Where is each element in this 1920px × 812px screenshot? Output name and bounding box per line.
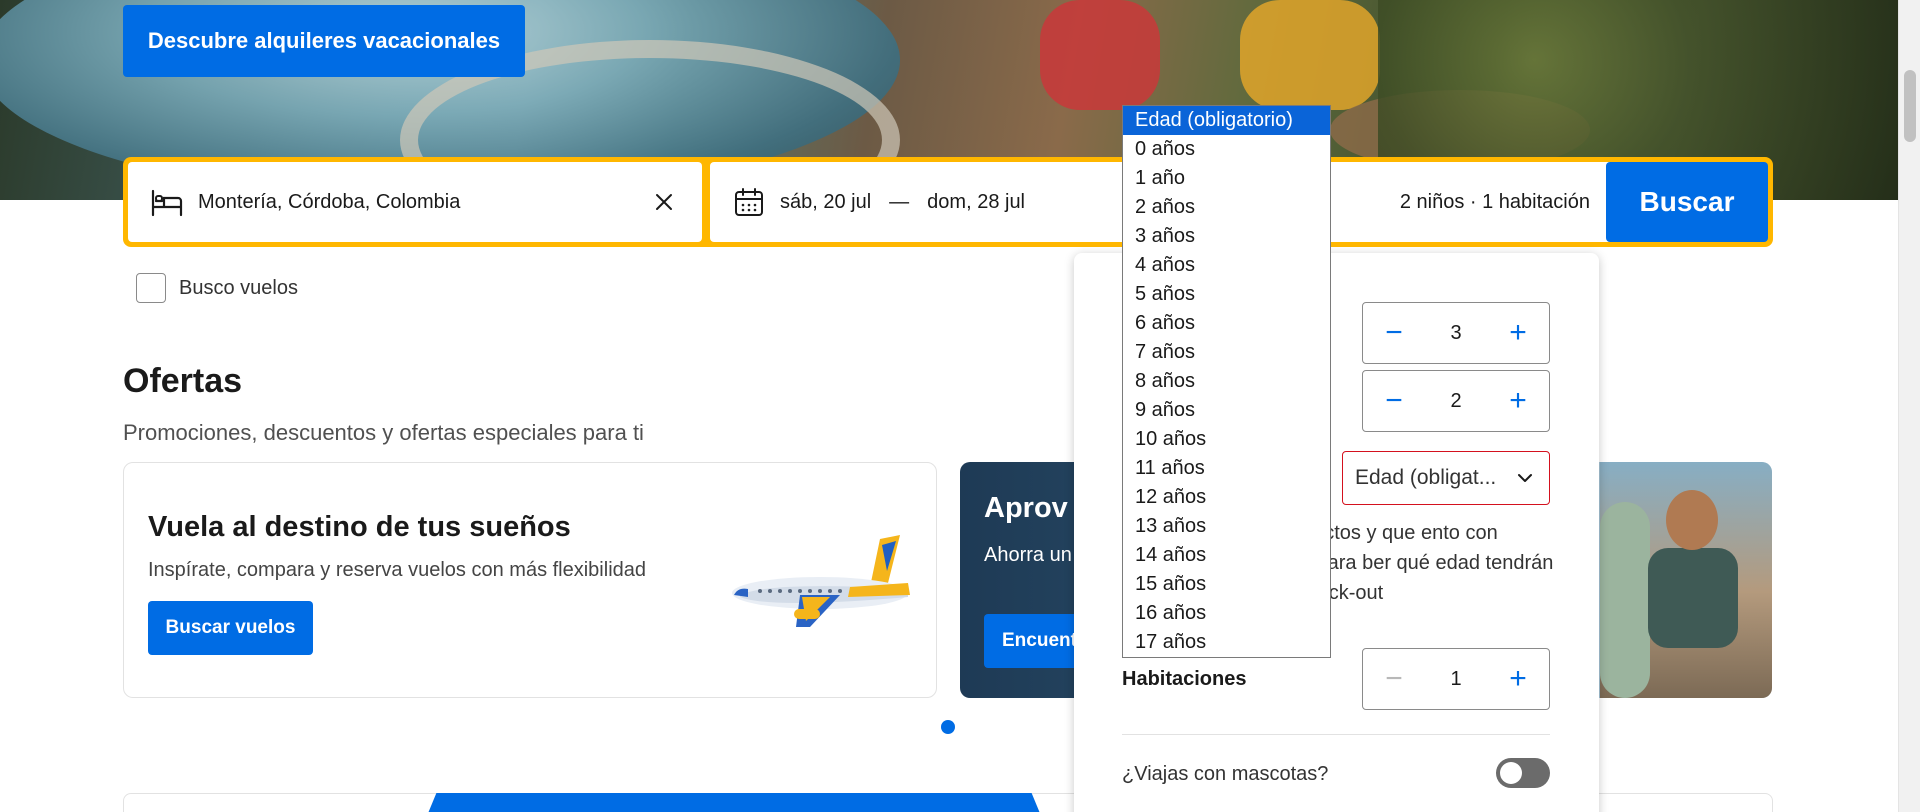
airplane-icon xyxy=(732,535,910,627)
plus-icon[interactable]: + xyxy=(1487,303,1549,363)
offers-title: Ofertas xyxy=(123,362,243,400)
age-option[interactable]: 10 años xyxy=(1123,425,1330,454)
age-option[interactable]: 12 años xyxy=(1123,483,1330,512)
age-option[interactable]: Edad (obligatorio) xyxy=(1123,106,1330,135)
age-option[interactable]: 6 años xyxy=(1123,309,1330,338)
age-option[interactable]: 7 años xyxy=(1123,338,1330,367)
checkout-date: dom, 28 jul xyxy=(927,190,1026,213)
plus-icon[interactable]: + xyxy=(1487,649,1549,709)
destination-value: Montería, Córdoba, Colombia xyxy=(198,190,461,213)
calendar-icon xyxy=(732,185,766,219)
hero-person-yellow xyxy=(1240,0,1380,110)
divider xyxy=(1122,734,1550,735)
age-option[interactable]: 8 años xyxy=(1123,367,1330,396)
flights-checkbox-label: Busco vuelos xyxy=(179,276,298,299)
age-option[interactable]: 0 años xyxy=(1123,135,1330,164)
flights-checkbox-row[interactable]: Busco vuelos xyxy=(123,273,298,303)
checkin-date: sáb, 20 jul xyxy=(780,190,872,213)
surfer-head xyxy=(1666,490,1718,550)
offer-card2-button-label: Encuent xyxy=(1002,630,1077,651)
age-option[interactable]: 14 años xyxy=(1123,541,1330,570)
date-separator: — xyxy=(889,190,910,213)
offer-card2-title: Aprov xyxy=(984,492,1068,524)
age-option[interactable]: 16 años xyxy=(1123,599,1330,628)
rooms-label: Habitaciones xyxy=(1122,668,1247,690)
flights-checkbox[interactable] xyxy=(136,273,166,303)
adults-stepper: − 3 + xyxy=(1362,302,1550,364)
hero-person-red xyxy=(1040,0,1160,110)
bottom-tab xyxy=(424,793,1044,812)
destination-field[interactable]: Montería, Córdoba, Colombia xyxy=(128,162,702,242)
surfer-body xyxy=(1648,548,1738,648)
age-option[interactable]: 2 años xyxy=(1123,193,1330,222)
age-option[interactable]: 5 años xyxy=(1123,280,1330,309)
age-dropdown-list: Edad (obligatorio) 0 años 1 año 2 años 3 año… xyxy=(1122,105,1331,658)
offers-subtitle: Promociones, descuentos y ofertas especi… xyxy=(123,420,644,445)
child-age-select-value: Edad (obligat... xyxy=(1355,466,1497,489)
chevron-down-icon xyxy=(1515,468,1535,494)
age-option[interactable]: 1 año xyxy=(1123,164,1330,193)
age-option[interactable]: 17 años xyxy=(1123,628,1330,657)
carousel-dot[interactable] xyxy=(941,720,955,734)
close-icon[interactable] xyxy=(648,186,680,218)
pets-toggle[interactable] xyxy=(1496,758,1550,788)
rooms-value: 1 xyxy=(1450,667,1462,690)
children-value: 2 xyxy=(1450,389,1462,412)
bed-icon xyxy=(150,185,184,219)
age-option[interactable]: 9 años xyxy=(1123,396,1330,425)
search-button[interactable]: Buscar xyxy=(1606,162,1768,242)
plus-icon[interactable]: + xyxy=(1487,371,1549,431)
age-option[interactable]: 11 años xyxy=(1123,454,1330,483)
rooms-stepper: − 1 + xyxy=(1362,648,1550,710)
minus-icon[interactable]: − xyxy=(1363,371,1425,431)
age-option[interactable]: 3 años xyxy=(1123,222,1330,251)
offer-card2-image xyxy=(1600,462,1772,698)
surfboard xyxy=(1600,502,1650,698)
adults-value: 3 xyxy=(1450,321,1462,344)
offer-card-flights: Vuela al destino de tus sueños Inspírate… xyxy=(123,462,937,698)
minus-icon[interactable]: − xyxy=(1363,649,1425,709)
offer-card-text: Inspírate, compara y reserva vuelos con … xyxy=(148,559,647,581)
search-flights-button[interactable]: Buscar vuelos xyxy=(148,601,313,655)
children-stepper: − 2 + xyxy=(1362,370,1550,432)
discover-vacation-rentals-button[interactable]: Descubre alquileres vacacionales xyxy=(123,5,525,77)
age-option[interactable]: 15 años xyxy=(1123,570,1330,599)
pets-label: ¿Viajas con mascotas? xyxy=(1122,763,1329,785)
scrollbar-thumb[interactable] xyxy=(1904,70,1916,142)
page-scrollbar[interactable] xyxy=(1898,0,1920,812)
child-age-select[interactable]: Edad (obligat... xyxy=(1342,451,1550,505)
minus-icon[interactable]: − xyxy=(1363,303,1425,363)
search-bar: Montería, Córdoba, Colombia sáb, 20 jul … xyxy=(123,157,1773,247)
age-option[interactable]: 13 años xyxy=(1123,512,1330,541)
age-option[interactable]: 4 años xyxy=(1123,251,1330,280)
toggle-knob xyxy=(1500,762,1522,784)
offer-card-title: Vuela al destino de tus sueños xyxy=(148,511,571,543)
